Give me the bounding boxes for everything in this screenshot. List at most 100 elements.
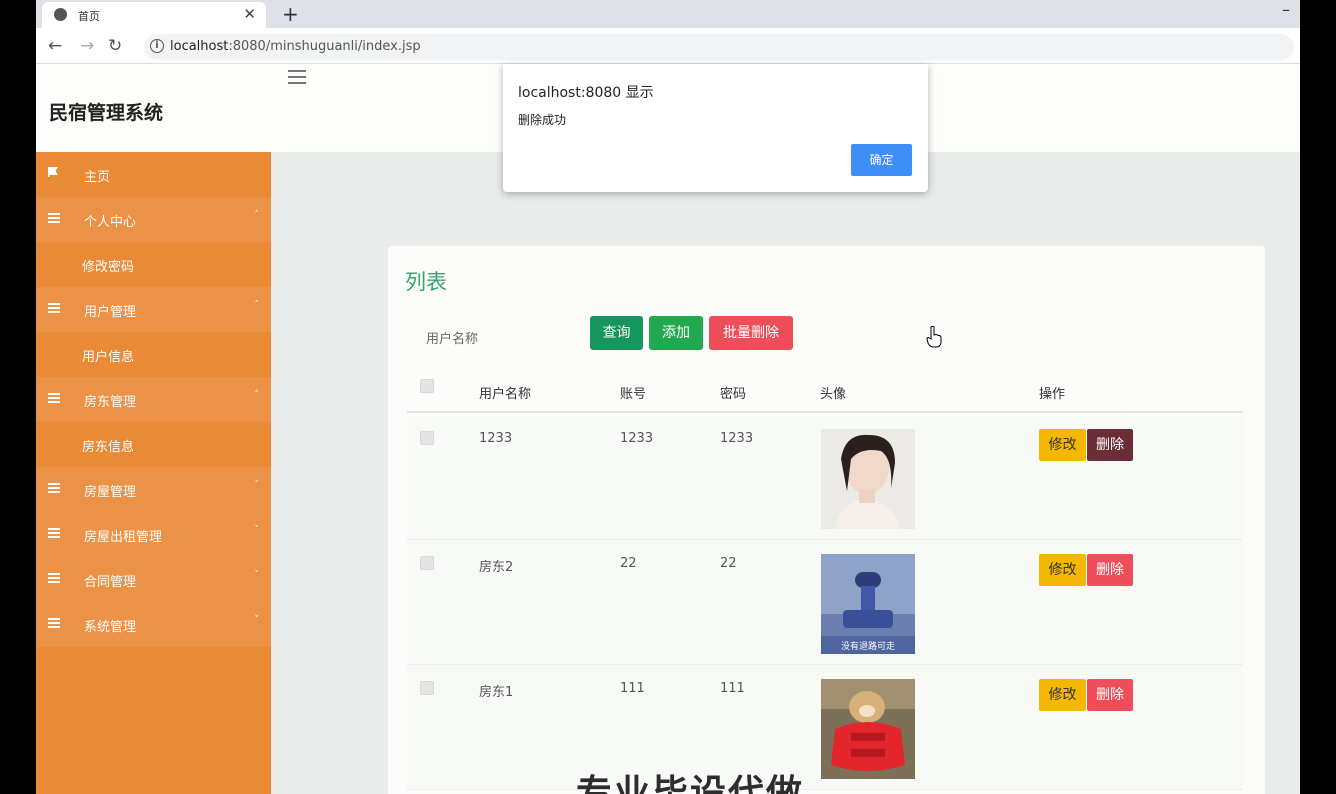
grid-icon	[48, 303, 60, 313]
browser-toolbar: ← → ↻ i localhost:8080/minshuguanli/inde…	[36, 28, 1300, 64]
sidebar-item-label: 个人中心	[84, 215, 137, 230]
query-button[interactable]: 查询	[590, 316, 643, 350]
sidebar-item[interactable]: 房屋管理 ˅	[36, 467, 271, 512]
header-account: 账号	[620, 387, 647, 402]
tab-close-icon[interactable]: ✕	[243, 5, 256, 23]
row-checkbox[interactable]	[420, 431, 434, 445]
avatar-caption: 没有退路可走	[841, 640, 895, 652]
chevron-up-icon: ˄	[254, 300, 260, 310]
sidebar-item[interactable]: 合同管理 ˅	[36, 557, 271, 602]
table-row: 1233 1233 1233 修改 删除	[407, 415, 1243, 540]
row-checkbox[interactable]	[420, 556, 434, 570]
avatar-image: 没有退路可走	[821, 554, 915, 654]
table-row: 房东2 22 22 没有退路可走 修改 删除	[407, 540, 1243, 665]
edit-button[interactable]: 修改	[1039, 429, 1086, 461]
cell-password: 22	[720, 556, 737, 571]
sidebar-item-label: 主页	[84, 170, 111, 185]
sidebar-item-label: 用户管理	[84, 305, 137, 320]
flag-icon	[48, 167, 58, 177]
dialog-ok-button[interactable]: 确定	[851, 144, 912, 176]
header-username: 用户名称	[479, 387, 532, 402]
sidebar-item[interactable]: 主页	[36, 152, 271, 197]
chevron-up-icon: ˄	[254, 390, 260, 400]
sidebar-item-label: 用户信息	[82, 350, 135, 365]
sidebar-item-label: 房屋出租管理	[84, 530, 163, 545]
chevron-down-icon: ˅	[254, 570, 260, 580]
sidebar-item[interactable]: 修改密码	[36, 242, 271, 287]
reload-icon[interactable]: ↻	[108, 36, 122, 56]
chevron-down-icon: ˅	[254, 615, 260, 625]
search-input[interactable]: 用户名称	[426, 328, 478, 347]
sidebar-item[interactable]: 系统管理 ˅	[36, 602, 271, 647]
minimize-button[interactable]: –	[1282, 0, 1290, 19]
url-text: localhost:8080/minshuguanli/index.jsp	[170, 39, 421, 54]
sidebar-item[interactable]: 个人中心 ˄	[36, 197, 271, 242]
cell-account: 1233	[620, 431, 654, 446]
sidebar: 主页 个人中心 ˄ 修改密码 用户管理 ˄ 用户信息 房东管理 ˄ 房东信息 房屋管理 ˅ 房屋出租管理…	[36, 152, 271, 794]
avatar-image	[821, 679, 915, 779]
sidebar-item[interactable]: 房东管理 ˄	[36, 377, 271, 422]
sidebar-item-label: 房屋管理	[84, 485, 137, 500]
sidebar-item-label: 系统管理	[84, 620, 137, 635]
chevron-up-icon: ˄	[254, 210, 260, 220]
sidebar-item[interactable]: 房屋出租管理 ˅	[36, 512, 271, 557]
sidebar-item[interactable]: 房东信息	[36, 422, 271, 467]
browser-window: 首页 ✕ + – ← → ↻ i localhost:8080/minshugu…	[36, 0, 1300, 794]
cell-username: 房东1	[479, 685, 514, 700]
list-card: 列表 用户名称 查询 添加 批量删除 用户名称 账号 密码 头像 操作 1233	[388, 246, 1265, 794]
grid-icon	[48, 213, 60, 223]
card-title: 列表	[405, 270, 447, 294]
chevron-down-icon: ˅	[254, 480, 260, 490]
grid-icon	[48, 528, 60, 538]
delete-button[interactable]: 删除	[1087, 679, 1133, 711]
tab-strip: 首页 ✕ + –	[36, 0, 1300, 28]
chevron-down-icon: ˅	[254, 525, 260, 535]
cell-username: 1233	[479, 431, 513, 446]
add-button[interactable]: 添加	[649, 316, 703, 350]
header-actions: 操作	[1039, 387, 1066, 402]
sidebar-item-label: 合同管理	[84, 575, 137, 590]
back-icon[interactable]: ←	[48, 36, 62, 56]
hand-cursor-icon	[926, 326, 942, 348]
url-host: localhost	[170, 39, 229, 54]
url-path: :8080/minshuguanli/index.jsp	[228, 39, 421, 54]
header-avatar: 头像	[820, 387, 847, 402]
table-header: 用户名称 账号 密码 头像 操作	[407, 366, 1243, 413]
grid-icon	[48, 618, 60, 628]
sidebar-item-label: 房东信息	[82, 440, 135, 455]
select-all-checkbox[interactable]	[420, 379, 434, 393]
watermark: 专业毕设代做	[576, 773, 805, 794]
sidebar-item[interactable]: 用户信息	[36, 332, 271, 377]
grid-icon	[48, 573, 60, 583]
new-tab-button[interactable]: +	[282, 2, 299, 26]
screen: 首页 ✕ + – ← → ↻ i localhost:8080/minshugu…	[0, 0, 1336, 794]
cell-password: 111	[720, 681, 745, 696]
delete-button[interactable]: 删除	[1087, 429, 1133, 461]
sidebar-item[interactable]: 用户管理 ˄	[36, 287, 271, 332]
tab-home[interactable]: 首页 ✕	[42, 2, 266, 28]
cell-password: 1233	[720, 431, 754, 446]
grid-icon	[48, 483, 60, 493]
info-icon[interactable]: i	[150, 39, 164, 53]
address-bar[interactable]: i localhost:8080/minshuguanli/index.jsp	[144, 34, 1294, 60]
dialog-message: 删除成功	[518, 113, 567, 127]
dialog-title: localhost:8080 显示	[518, 85, 654, 101]
edit-button[interactable]: 修改	[1039, 554, 1086, 586]
forward-icon[interactable]: →	[80, 36, 94, 56]
header-password: 密码	[720, 387, 747, 402]
cell-account: 22	[620, 556, 637, 571]
menu-toggle-icon[interactable]	[288, 70, 306, 88]
batch-delete-button[interactable]: 批量删除	[709, 316, 793, 350]
delete-button[interactable]: 删除	[1087, 554, 1133, 586]
alert-dialog: localhost:8080 显示 删除成功 确定	[503, 64, 928, 192]
globe-icon	[54, 8, 67, 21]
cell-account: 111	[620, 681, 645, 696]
brand-title: 民宿管理系统	[49, 102, 164, 124]
row-checkbox[interactable]	[420, 681, 434, 695]
edit-button[interactable]: 修改	[1039, 679, 1086, 711]
page: 民宿管理系统 主页 个人中心 ˄ 修改密码 用户管理 ˄ 用户信息 房东管理 ˄ 房东信息 房屋管理…	[36, 64, 1300, 794]
tab-title: 首页	[78, 10, 100, 23]
sidebar-item-label: 房东管理	[84, 395, 137, 410]
grid-icon	[48, 393, 60, 403]
cell-username: 房东2	[479, 560, 514, 575]
